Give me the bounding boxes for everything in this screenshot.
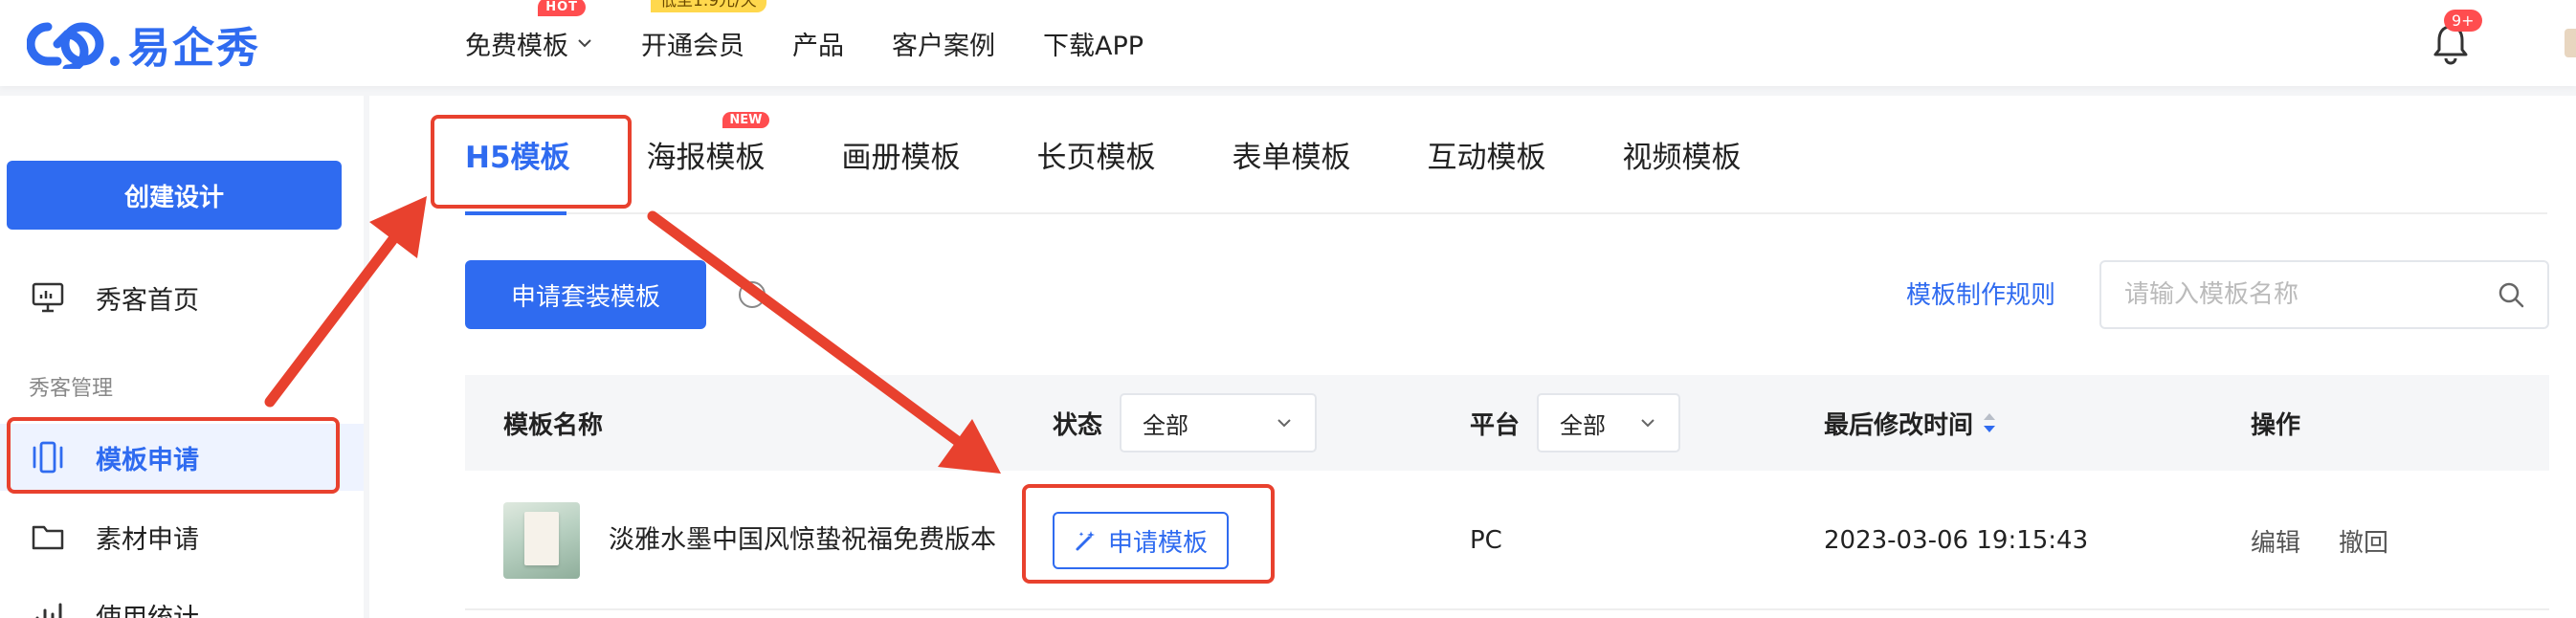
tab-form[interactable]: 表单模板 — [1232, 95, 1351, 213]
platform-cell: PC — [1470, 526, 1502, 555]
main-nav: 免费模板 HOT 开通会员 低至1.9元/天 产品 客户案例 下载APP — [465, 0, 1191, 86]
chevron-down-icon — [1641, 419, 1654, 428]
nav-products-label: 产品 — [792, 31, 844, 61]
monitor-icon — [29, 278, 67, 317]
hot-badge: HOT — [538, 0, 586, 16]
column-header-modified-label: 最后修改时间 — [1824, 410, 1974, 440]
template-rules-link[interactable]: 模板制作规则 — [1906, 276, 2055, 311]
help-icon[interactable] — [739, 281, 766, 308]
sidebar-item-material-apply-label: 素材申请 — [96, 524, 199, 555]
actions-cell: 编辑 撤回 — [2251, 471, 2427, 610]
modified-time-cell: 2023-03-06 19:15:43 — [1824, 526, 2089, 555]
nav-free-templates-label: 免费模板 — [465, 31, 568, 61]
search-icon[interactable] — [2498, 281, 2524, 308]
annotation-box-apply-button — [1022, 484, 1275, 584]
tab-interactive[interactable]: 互动模板 — [1428, 95, 1546, 213]
top-header: 易企秀 免费模板 HOT 开通会员 低至1.9元/天 产品 客户案例 下载APP — [0, 0, 2576, 86]
nav-free-templates[interactable]: 免费模板 HOT — [465, 0, 593, 62]
sidebar: 创建设计 秀客首页 秀客管理 模板申请 素材申请 使用统计 — [0, 96, 364, 618]
platform-filter-select[interactable]: 全部 — [1537, 393, 1681, 452]
apply-suite-template-button[interactable]: 申请套装模板 — [465, 260, 706, 329]
nav-download-app-label: 下载APP — [1043, 31, 1144, 61]
chevron-down-icon — [578, 39, 591, 48]
template-thumbnail[interactable] — [503, 502, 580, 579]
table-header: 模板名称 状态 全部 平台 全部 最后修改时间 操作 — [465, 375, 2549, 471]
template-name-cell: 淡雅水墨中国风惊蛰祝福免费版本 — [503, 471, 1001, 610]
search-input[interactable] — [2124, 280, 2498, 309]
nav-products[interactable]: 产品 — [792, 25, 844, 62]
main-content: H5模板 海报模板 NEW 画册模板 长页模板 表单模板 互动模板 视频模板 申… — [369, 96, 2576, 618]
template-name: 淡雅水墨中国风惊蛰祝福免费版本 — [609, 525, 996, 555]
edit-link[interactable]: 编辑 — [2251, 523, 2300, 559]
tab-video-label: 视频模板 — [1622, 140, 1742, 175]
new-badge: NEW — [722, 112, 769, 128]
tab-interactive-label: 互动模板 — [1427, 140, 1546, 175]
column-header-status: 状态 全部 — [1053, 375, 1318, 471]
tab-form-label: 表单模板 — [1232, 140, 1351, 175]
template-tabs: H5模板 海报模板 NEW 画册模板 长页模板 表单模板 互动模板 视频模板 — [465, 95, 2547, 215]
annotation-box-sidebar — [7, 417, 340, 494]
tab-video[interactable]: 视频模板 — [1623, 95, 1742, 213]
sidebar-item-usage-stats-label: 使用统计 — [96, 603, 199, 618]
annotation-box-tab — [431, 115, 632, 209]
logo-mark-icon — [27, 22, 120, 69]
column-header-actions: 操作 — [2251, 410, 2301, 440]
sidebar-item-home-label: 秀客首页 — [96, 285, 199, 316]
avatar[interactable] — [2565, 29, 2576, 57]
sort-icon[interactable] — [1981, 409, 1998, 436]
tab-long-page[interactable]: 长页模板 — [1037, 95, 1156, 213]
table-row: 淡雅水墨中国风惊蛰祝福免费版本 申请模板 PC 2023-03-06 19:15… — [465, 471, 2549, 610]
app-root: 易企秀 免费模板 HOT 开通会员 低至1.9元/天 产品 客户案例 下载APP — [0, 0, 2576, 618]
status-filter-value: 全部 — [1143, 411, 1189, 439]
chevron-down-icon — [1277, 419, 1291, 428]
sidebar-item-material-apply[interactable]: 素材申请 — [0, 503, 364, 570]
folder-icon — [29, 518, 67, 556]
tab-poster-label: 海报模板 — [646, 140, 766, 175]
price-badge: 低至1.9元/天 — [651, 0, 766, 12]
column-header-platform-label: 平台 — [1470, 410, 1521, 440]
create-design-button[interactable]: 创建设计 — [7, 161, 342, 230]
column-header-name: 模板名称 — [503, 410, 604, 440]
column-header-status-label: 状态 — [1053, 410, 1103, 440]
nav-membership-label: 开通会员 — [641, 31, 744, 61]
platform-filter-value: 全部 — [1560, 411, 1607, 439]
status-filter-select[interactable]: 全部 — [1120, 393, 1318, 452]
tab-long-page-label: 长页模板 — [1036, 140, 1156, 175]
nav-customer-cases-label: 客户案例 — [892, 31, 995, 61]
sidebar-item-home[interactable]: 秀客首页 — [0, 264, 364, 331]
revoke-link[interactable]: 撤回 — [2339, 523, 2388, 559]
tab-album[interactable]: 画册模板 — [842, 95, 961, 213]
column-header-platform: 平台 全部 — [1470, 375, 1681, 471]
logo[interactable]: 易企秀 — [27, 17, 260, 73]
chart-icon — [29, 596, 67, 618]
sidebar-group-label: 秀客管理 — [29, 377, 114, 401]
logo-text: 易企秀 — [128, 24, 260, 73]
column-header-modified[interactable]: 最后修改时间 — [1824, 375, 1998, 471]
notification-count-badge: 9+ — [2444, 10, 2482, 32]
nav-membership[interactable]: 开通会员 低至1.9元/天 — [641, 0, 766, 62]
tab-poster[interactable]: 海报模板 NEW — [646, 95, 769, 213]
tab-album-label: 画册模板 — [841, 140, 961, 175]
sidebar-item-usage-stats[interactable]: 使用统计 — [0, 582, 364, 618]
nav-customer-cases[interactable]: 客户案例 — [892, 25, 995, 62]
nav-download-app[interactable]: 下载APP — [1043, 25, 1144, 62]
template-search-box — [2099, 260, 2549, 329]
